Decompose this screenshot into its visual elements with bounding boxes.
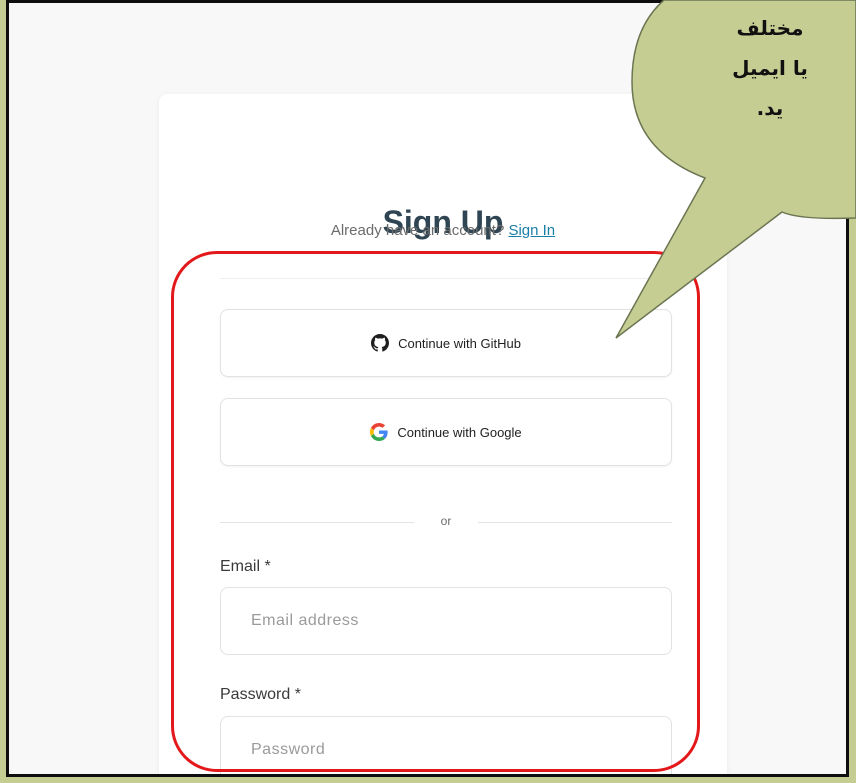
email-label: Email * xyxy=(220,558,271,575)
email-field[interactable] xyxy=(220,587,672,655)
signup-card: Sign Up Already have an account? Sign In… xyxy=(159,94,727,774)
password-field[interactable] xyxy=(220,716,672,774)
github-button-label: Continue with GitHub xyxy=(398,335,521,351)
signin-link[interactable]: Sign In xyxy=(508,222,555,239)
google-button[interactable]: Continue with Google xyxy=(220,398,672,466)
password-label: Password * xyxy=(220,686,301,703)
github-icon xyxy=(371,334,390,352)
signin-prompt-text: Already have an account? xyxy=(330,222,509,239)
or-label: or xyxy=(440,514,452,528)
signin-prompt: Already have an account? Sign In xyxy=(159,222,727,239)
callout-text: مختلف یا ایمیل ید. xyxy=(732,16,808,120)
header-divider xyxy=(220,278,666,279)
github-button[interactable]: Continue with GitHub xyxy=(220,309,672,377)
google-button-label: Continue with Google xyxy=(397,424,522,440)
google-icon xyxy=(370,423,388,441)
